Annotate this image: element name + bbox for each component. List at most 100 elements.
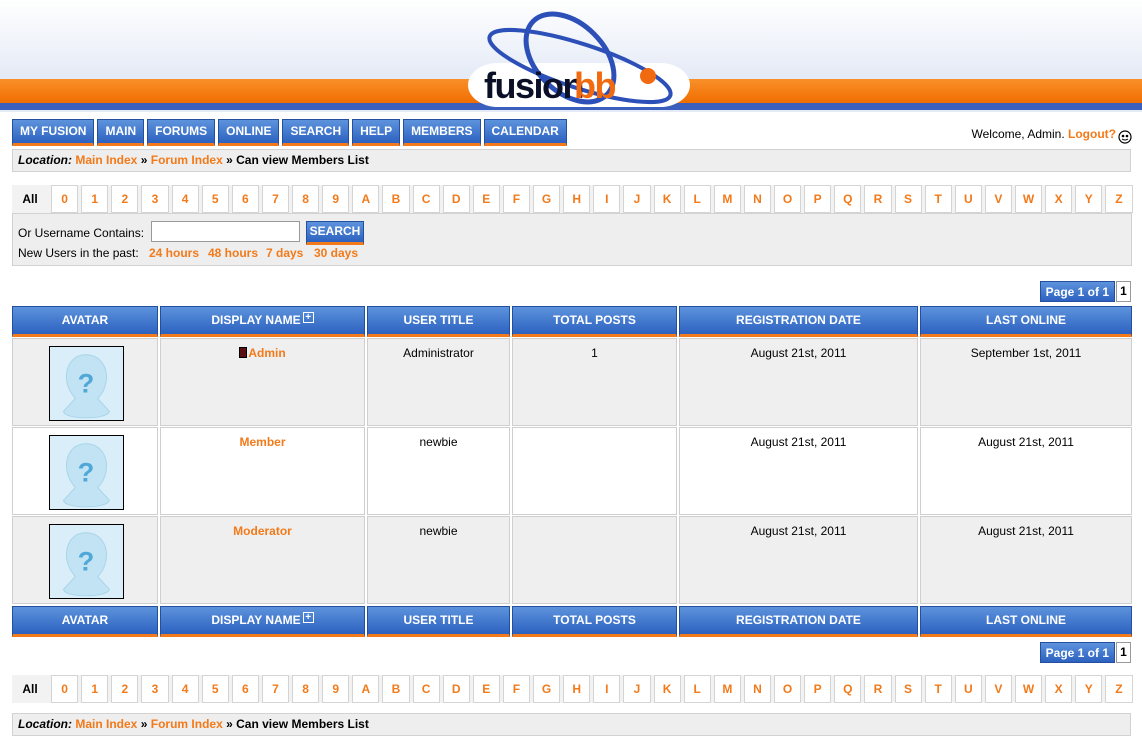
letter-filter-1[interactable]: 1	[81, 675, 109, 703]
letter-filter-f[interactable]: F	[502, 185, 530, 213]
letter-filter-y[interactable]: Y	[1075, 185, 1103, 213]
letter-filter-e[interactable]: E	[472, 675, 500, 703]
user-status-icon[interactable]	[1118, 130, 1132, 144]
nav-main[interactable]: MAIN	[97, 119, 145, 146]
letter-filter-b[interactable]: B	[382, 675, 410, 703]
letter-filter-d[interactable]: D	[442, 185, 470, 213]
letter-filter-3[interactable]: 3	[141, 185, 169, 213]
letter-filter-9[interactable]: 9	[322, 675, 350, 703]
letter-filter-m[interactable]: M	[713, 675, 741, 703]
col-display-name[interactable]: DISPLAY NAME +	[160, 306, 365, 337]
letter-filter-q[interactable]: Q	[834, 185, 862, 213]
letter-filter-t[interactable]: T	[924, 185, 952, 213]
nav-calendar[interactable]: CALENDAR	[483, 119, 567, 146]
letter-filter-i[interactable]: I	[593, 185, 621, 213]
letter-filter-n[interactable]: N	[743, 675, 771, 703]
unknown-user-avatar-icon[interactable]: ?	[49, 346, 124, 421]
letter-filter-e[interactable]: E	[472, 185, 500, 213]
letter-filter-x[interactable]: X	[1045, 675, 1073, 703]
page-1-link[interactable]: 1	[1116, 281, 1131, 302]
letter-filter-6[interactable]: 6	[231, 675, 259, 703]
letter-filter-w[interactable]: W	[1015, 675, 1043, 703]
letter-filter-8[interactable]: 8	[292, 185, 320, 213]
letter-filter-a[interactable]: A	[352, 675, 380, 703]
nav-search[interactable]: SEARCH	[282, 119, 350, 146]
letter-filter-v[interactable]: V	[984, 185, 1012, 213]
letter-filter-j[interactable]: J	[623, 675, 651, 703]
letter-filter-d[interactable]: D	[442, 675, 470, 703]
letter-filter-9[interactable]: 9	[322, 185, 350, 213]
member-name-link[interactable]: Member	[239, 435, 285, 449]
nav-forums[interactable]: FORUMS	[147, 119, 216, 146]
letter-filter-c[interactable]: C	[412, 675, 440, 703]
letter-filter-f[interactable]: F	[502, 675, 530, 703]
nav-help[interactable]: HELP	[352, 119, 401, 146]
letter-filter-b[interactable]: B	[382, 185, 410, 213]
new-users-7-days[interactable]: 7 days	[266, 246, 303, 260]
letter-filter-s[interactable]: S	[894, 675, 922, 703]
letter-filter-4[interactable]: 4	[171, 185, 199, 213]
letter-filter-o[interactable]: O	[774, 185, 802, 213]
letter-filter-m[interactable]: M	[713, 185, 741, 213]
breadcrumb-forum-index[interactable]: Forum Index	[151, 717, 223, 731]
member-name-link[interactable]: Moderator	[233, 524, 292, 538]
letter-filter-r[interactable]: R	[864, 675, 892, 703]
letter-filter-c[interactable]: C	[412, 185, 440, 213]
username-search-input[interactable]	[151, 221, 300, 242]
letter-filter-5[interactable]: 5	[201, 185, 229, 213]
letter-filter-l[interactable]: L	[683, 185, 711, 213]
letter-filter-z[interactable]: Z	[1105, 185, 1133, 213]
search-button[interactable]: SEARCH	[306, 221, 364, 245]
new-users-48-hours[interactable]: 48 hours	[208, 246, 258, 260]
letter-filter-l[interactable]: L	[683, 675, 711, 703]
letter-filter-a[interactable]: A	[352, 185, 380, 213]
letter-filter-g[interactable]: G	[533, 675, 561, 703]
letter-filter-2[interactable]: 2	[111, 185, 139, 213]
letter-filter-7[interactable]: 7	[261, 675, 289, 703]
sort-plus-icon[interactable]: +	[302, 312, 314, 323]
letter-filter-8[interactable]: 8	[292, 675, 320, 703]
letter-filter-h[interactable]: H	[563, 185, 591, 213]
unknown-user-avatar-icon[interactable]: ?	[49, 435, 124, 510]
letter-filter-q[interactable]: Q	[834, 675, 862, 703]
letter-filter-p[interactable]: P	[804, 185, 832, 213]
letter-filter-all[interactable]: All	[12, 675, 48, 703]
letter-filter-y[interactable]: Y	[1075, 675, 1103, 703]
new-users-24-hours[interactable]: 24 hours	[149, 246, 199, 260]
letter-filter-x[interactable]: X	[1045, 185, 1073, 213]
sort-plus-icon[interactable]: +	[302, 612, 314, 623]
member-name-link[interactable]: Admin	[248, 346, 285, 360]
letter-filter-4[interactable]: 4	[171, 675, 199, 703]
letter-filter-z[interactable]: Z	[1105, 675, 1133, 703]
letter-filter-g[interactable]: G	[533, 185, 561, 213]
logout-link[interactable]: Logout?	[1068, 127, 1116, 141]
letter-filter-5[interactable]: 5	[201, 675, 229, 703]
letter-filter-7[interactable]: 7	[261, 185, 289, 213]
letter-filter-6[interactable]: 6	[231, 185, 259, 213]
letter-filter-s[interactable]: S	[894, 185, 922, 213]
col-display-name[interactable]: DISPLAY NAME +	[160, 606, 365, 637]
letter-filter-u[interactable]: U	[954, 185, 982, 213]
letter-filter-i[interactable]: I	[593, 675, 621, 703]
breadcrumb-main-index[interactable]: Main Index	[75, 153, 137, 167]
letter-filter-n[interactable]: N	[743, 185, 771, 213]
breadcrumb-main-index[interactable]: Main Index	[75, 717, 137, 731]
letter-filter-v[interactable]: V	[984, 675, 1012, 703]
unknown-user-avatar-icon[interactable]: ?	[49, 524, 124, 599]
letter-filter-3[interactable]: 3	[141, 675, 169, 703]
letter-filter-1[interactable]: 1	[81, 185, 109, 213]
letter-filter-0[interactable]: 0	[51, 675, 79, 703]
letter-filter-2[interactable]: 2	[111, 675, 139, 703]
letter-filter-0[interactable]: 0	[51, 185, 79, 213]
letter-filter-j[interactable]: J	[623, 185, 651, 213]
page-1-link[interactable]: 1	[1116, 642, 1131, 663]
nav-online[interactable]: ONLINE	[218, 119, 280, 146]
nav-members[interactable]: MEMBERS	[403, 119, 481, 146]
letter-filter-u[interactable]: U	[954, 675, 982, 703]
letter-filter-k[interactable]: K	[653, 675, 681, 703]
letter-filter-w[interactable]: W	[1015, 185, 1043, 213]
nav-my-fusion[interactable]: MY FUSION	[12, 119, 95, 146]
letter-filter-t[interactable]: T	[924, 675, 952, 703]
letter-filter-r[interactable]: R	[864, 185, 892, 213]
letter-filter-k[interactable]: K	[653, 185, 681, 213]
